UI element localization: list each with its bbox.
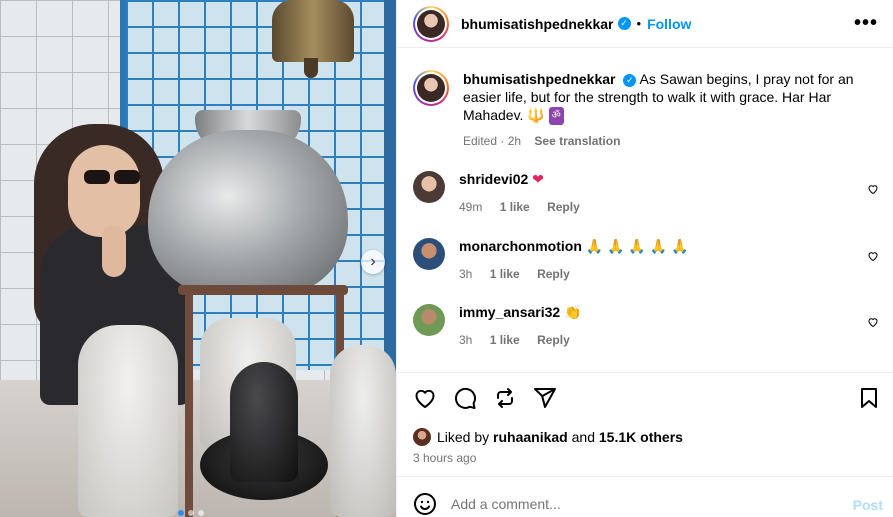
separator-dot: • (636, 16, 642, 31)
post-side-panel: bhumisatishpednekkar ✓ • Follow ••• bhum… (396, 0, 893, 517)
add-comment-bar: Post (413, 490, 883, 517)
sunglasses (84, 170, 148, 186)
comment-icon[interactable] (453, 386, 477, 410)
repost-icon[interactable] (493, 386, 517, 410)
divider (397, 372, 893, 373)
carousel-next-button[interactable]: › (361, 250, 385, 274)
avatar[interactable] (413, 171, 445, 203)
story-ring[interactable] (413, 70, 449, 106)
liked-by-and: and (571, 429, 595, 445)
post-actions (413, 386, 883, 412)
like-comment-icon[interactable] (867, 250, 879, 262)
trident-emoji: 🔱 (527, 107, 545, 123)
comment-item: immy_ansari32 👏 3h 1 like Reply (413, 304, 883, 347)
heart-icon[interactable] (413, 386, 437, 410)
carousel-dot (198, 510, 204, 516)
steel-pot (148, 130, 348, 295)
follow-button[interactable]: Follow (647, 16, 691, 32)
liked-by-prefix: Liked by (437, 429, 490, 445)
post-caption: bhumisatishpednekkar ✓ As Sawan begins, … (413, 70, 883, 150)
comment-text: 👏 (564, 304, 582, 320)
story-ring[interactable] (413, 5, 449, 42)
edited-label: Edited · 2h (463, 134, 522, 149)
temple-bell (272, 0, 354, 62)
post-photo[interactable]: › (0, 0, 396, 517)
comment-input[interactable] (451, 496, 831, 512)
marble-idol (330, 345, 396, 517)
reply-button[interactable]: Reply (537, 333, 570, 347)
liked-by-user[interactable]: ruhaanikad (493, 429, 568, 445)
comment-time: 3h (459, 333, 473, 347)
folded-hands (102, 225, 126, 277)
post-header: bhumisatishpednekkar ✓ • Follow ••• (397, 0, 893, 48)
carousel-dot (178, 510, 184, 516)
avatar[interactable] (413, 238, 445, 270)
likes-summary: Liked by ruhaanikad and 15.1K others (413, 428, 683, 446)
comment-username[interactable]: monarchonmotion (459, 238, 582, 254)
ganesha-idol (78, 325, 178, 517)
reply-button[interactable]: Reply (537, 267, 570, 281)
stand-leg (185, 292, 193, 517)
divider (397, 476, 893, 477)
om-emoji: ॐ (548, 107, 564, 126)
likes-count[interactable]: 15.1K others (599, 429, 683, 445)
comment-time: 49m (459, 200, 483, 214)
bookmark-icon[interactable] (857, 386, 881, 410)
reply-button[interactable]: Reply (547, 200, 580, 214)
more-options-icon[interactable]: ••• (854, 12, 878, 35)
verified-icon: ✓ (623, 73, 637, 87)
author-username[interactable]: bhumisatishpednekkar (461, 16, 614, 32)
avatar[interactable] (413, 428, 431, 446)
chevron-right-icon: › (370, 253, 376, 270)
comment-likes[interactable]: 1 like (490, 267, 520, 281)
comment-item: monarchonmotion 🙏 🙏 🙏 🙏 🙏 3h 1 like Repl… (413, 238, 883, 281)
see-translation-link[interactable]: See translation (534, 134, 620, 148)
pot-stand (178, 285, 348, 295)
like-comment-icon[interactable] (867, 316, 879, 328)
avatar[interactable] (417, 74, 445, 102)
comment-username[interactable]: immy_ansari32 (459, 304, 560, 320)
verified-icon: ✓ (617, 17, 631, 30)
avatar[interactable] (413, 304, 445, 336)
like-comment-icon[interactable] (867, 183, 879, 195)
comment-text: 🙏 🙏 🙏 🙏 🙏 (585, 238, 689, 254)
shivling (230, 362, 298, 482)
comment-username[interactable]: shridevi02 (459, 171, 528, 187)
post-timestamp[interactable]: 3 hours ago (413, 451, 476, 465)
emoji-icon[interactable] (413, 492, 437, 516)
post-comment-button[interactable]: Post (853, 497, 883, 513)
share-icon[interactable] (533, 386, 557, 410)
comment-likes[interactable]: 1 like (500, 200, 530, 214)
comment-text: ❤ (532, 171, 544, 187)
comment-item: shridevi02 ❤ 49m 1 like Reply (413, 171, 883, 214)
carousel-dot (188, 510, 194, 516)
person-face (68, 145, 140, 237)
comment-likes[interactable]: 1 like (490, 333, 520, 347)
carousel-dots (178, 510, 204, 516)
avatar[interactable] (417, 9, 445, 38)
caption-username[interactable]: bhumisatishpednekkar (463, 71, 616, 87)
bell-clapper (304, 58, 318, 78)
comment-time: 3h (459, 267, 473, 281)
